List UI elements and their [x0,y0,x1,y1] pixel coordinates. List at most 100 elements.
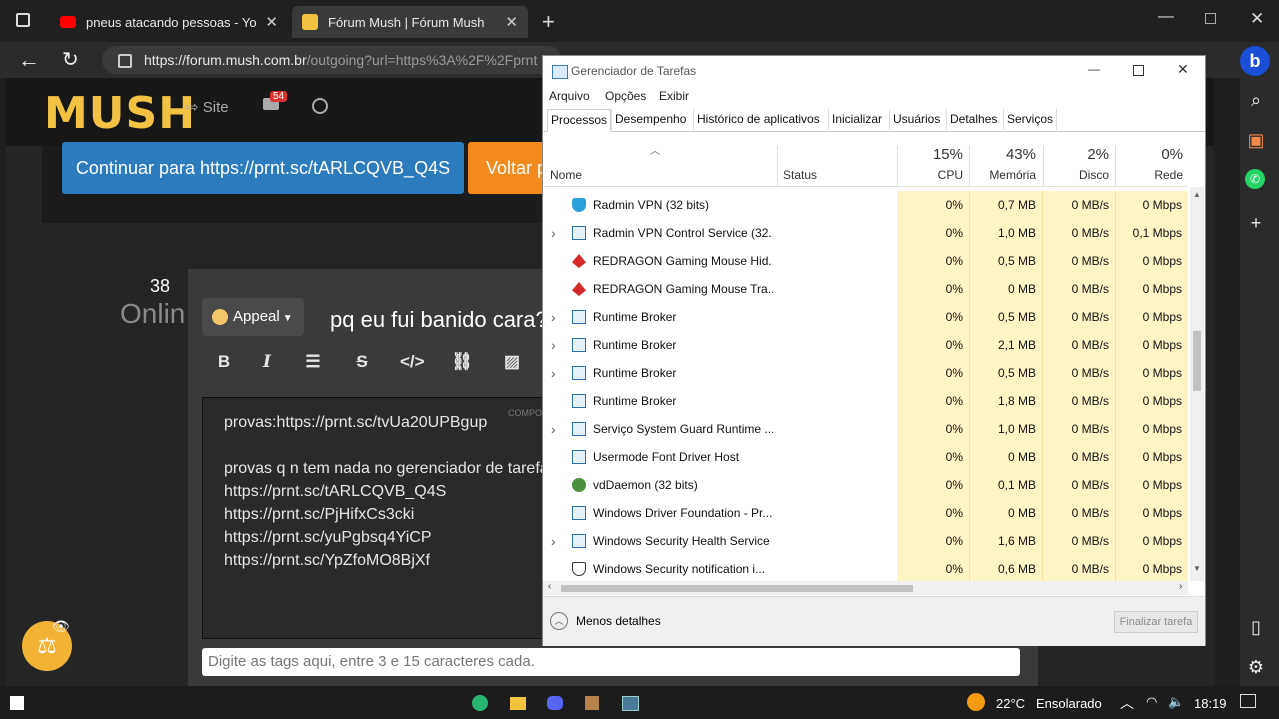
file-explorer-icon[interactable] [510,697,526,710]
split-screen-icon[interactable]: ▯ [1245,616,1267,638]
process-row[interactable]: vdDaemon (32 bits) 0% 0,1 MB 0 MB/s 0 Mbps [543,471,1188,499]
tab-inicializar[interactable]: Inicializar [828,109,885,130]
process-row[interactable]: › Windows Security Health Service 0% 1,6 MB… [543,527,1188,555]
weather-sun-icon[interactable] [967,693,985,711]
restore-icon[interactable] [1205,13,1216,24]
package-icon[interactable] [585,696,599,710]
image-icon[interactable]: ▨ [500,350,524,374]
category-dropdown[interactable]: Appeal ▼ [202,298,304,336]
nav-site-link[interactable]: ⇨ Site [186,98,229,116]
scroll-down-icon[interactable]: ▼ [1193,564,1201,573]
col-status[interactable]: Status [783,168,817,182]
volume-icon[interactable]: 🔈 [1168,694,1184,710]
process-row[interactable]: › Runtime Broker 0% 2,1 MB 0 MB/s 0 Mbps [543,331,1188,359]
maximize-icon[interactable] [1133,65,1144,76]
process-cpu: 0% [945,534,963,548]
back-arrow-icon[interactable]: ← [18,47,40,73]
continue-button[interactable]: Continuar para https://prnt.sc/tARLCQVB_… [62,142,464,194]
code-icon[interactable]: </> [400,350,425,374]
menu-opcoes[interactable]: Opções [605,89,646,103]
link-icon[interactable]: ⛓ [450,350,474,374]
collapse-chevron-icon[interactable]: ︿ [550,612,568,630]
add-icon[interactable]: + [1245,212,1267,234]
tab-servicos[interactable]: Serviços [1003,109,1058,130]
weather-text[interactable]: Ensolarado [1036,696,1102,711]
tab-detalhes[interactable]: Detalhes [946,109,1000,130]
reload-icon[interactable]: ↻ [62,47,79,72]
vertical-scroll-thumb[interactable] [1193,331,1201,391]
process-row[interactable]: › Runtime Broker 0% 0,5 MB 0 MB/s 0 Mbps [543,303,1188,331]
process-row[interactable]: REDRAGON Gaming Mouse Tra... 0% 0 MB 0 MB/s… [543,275,1188,303]
italic-icon[interactable]: I [255,350,279,374]
tab-youtube[interactable]: pneus atacando pessoas - YouTube ✕ [48,6,288,38]
col-cpu[interactable]: CPU [903,168,963,182]
process-row[interactable]: Windows Driver Foundation - Pr... 0% 0 MB 0… [543,499,1188,527]
horizontal-scroll-thumb[interactable] [561,585,913,592]
tab-forum-mush[interactable]: Fórum Mush | Fórum Mush ✕ [292,6,528,38]
notification-icon[interactable] [1240,694,1256,708]
process-row[interactable]: › Serviço System Guard Runtime ... 0% 1,0 M… [543,415,1188,443]
briefcase-icon[interactable]: ▣ [1245,129,1267,151]
whatsapp-icon[interactable]: ✆ [1245,169,1265,189]
windows-start-icon[interactable] [10,696,24,710]
scroll-up-icon[interactable]: ▲ [1193,190,1201,199]
process-row[interactable]: REDRAGON Gaming Mouse Hid... 0% 0,5 MB 0 MB… [543,247,1188,275]
tab-processos[interactable]: Processos [547,109,612,132]
expand-chevron-icon[interactable]: › [551,219,556,247]
tab-actions-icon[interactable] [16,13,30,27]
end-task-button[interactable]: Finalizar tarefa [1114,611,1198,633]
expand-chevron-icon[interactable]: › [551,415,556,443]
tab-usuarios[interactable]: Usuários [889,109,943,130]
online-label: Onlin [120,298,186,329]
close-window-icon[interactable]: ✕ [1250,9,1264,29]
col-disk[interactable]: Disco [1048,168,1109,182]
url-field[interactable]: https://forum.mush.com.br/outgoing?url=h… [102,46,562,74]
expand-chevron-icon[interactable]: › [551,527,556,555]
close-icon[interactable]: ✕ [1177,61,1189,78]
process-row[interactable]: › Runtime Broker 0% 0,5 MB 0 MB/s 0 Mbps [543,359,1188,387]
search-icon[interactable]: ⌕ [1245,89,1267,111]
expand-chevron-icon[interactable]: › [551,359,556,387]
expand-chevron-icon[interactable]: › [551,331,556,359]
process-row[interactable]: Radmin VPN (32 bits) 0% 0,7 MB 0 MB/s 0 Mbps [543,191,1188,219]
tab-desempenho[interactable]: Desempenho [611,109,689,130]
bing-icon[interactable]: b [1240,46,1270,76]
col-memory[interactable]: Memória [973,168,1036,182]
close-icon[interactable]: ✕ [265,13,278,31]
close-icon[interactable]: ✕ [505,13,518,31]
strikethrough-icon[interactable]: S [350,350,374,374]
process-row[interactable]: › Radmin VPN Control Service (32... 0% 1,0 … [543,219,1188,247]
menu-arquivo[interactable]: Arquivo [549,89,590,103]
process-disk: 0 MB/s [1071,310,1109,324]
clock-icon[interactable] [312,98,328,114]
bold-icon[interactable]: B [212,350,236,374]
wifi-icon[interactable]: ◠ [1146,694,1157,710]
discord-icon[interactable] [547,696,563,710]
scroll-left-icon[interactable]: ‹ [548,581,551,592]
tab-historico[interactable]: Histórico de aplicativos [693,109,823,130]
process-row[interactable]: Windows Security notification i... 0% 0,6 … [543,555,1188,581]
process-row[interactable]: Usermode Font Driver Host 0% 0 MB 0 MB/s 0 M… [543,443,1188,471]
settings-gear-icon[interactable]: ⚙ [1245,656,1267,678]
bulleted-list-icon[interactable]: ☰ [301,350,325,374]
process-row[interactable]: Runtime Broker 0% 1,8 MB 0 MB/s 0 Mbps [543,387,1188,415]
menu-exibir[interactable]: Exibir [659,89,689,103]
tags-input[interactable]: Digite as tags aqui, entre 3 e 15 caract… [202,648,1020,676]
col-name[interactable]: Nome [550,168,582,182]
edge-taskbar-icon[interactable] [472,695,488,711]
clock-time[interactable]: 18:19 [1194,696,1227,711]
less-details-link[interactable]: Menos detalhes [576,614,661,628]
tray-chevron-icon[interactable]: ︿ [1120,693,1134,713]
expand-chevron-icon[interactable]: › [551,303,556,331]
new-tab-button[interactable]: + [542,9,555,35]
post-title-input[interactable]: pq eu fui banido cara? [314,298,574,342]
mush-logo[interactable]: MUSH [44,88,196,139]
scroll-right-icon[interactable]: › [1179,581,1182,592]
editor-line: provas q n tem nada no gerenciador de ta… [224,460,549,477]
minimize-icon[interactable]: — [1088,62,1100,76]
process-network: 0 Mbps [1142,506,1182,520]
minimize-icon[interactable]: — [1158,8,1174,26]
temperature[interactable]: 22°C [996,696,1025,711]
task-manager-taskbar-icon[interactable] [622,696,639,711]
col-network[interactable]: Rede [1121,168,1183,182]
